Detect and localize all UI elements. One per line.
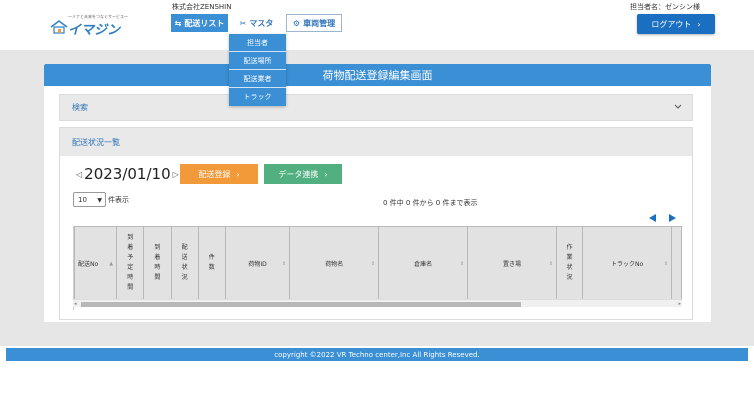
column-header[interactable] xyxy=(671,226,682,300)
menu-item-truck[interactable]: トラック xyxy=(229,88,286,106)
sort-icon: ⇕ xyxy=(459,261,465,267)
sort-icon: ⇕ xyxy=(371,261,376,267)
scroll-left-icon[interactable] xyxy=(649,214,656,222)
nav-vehicle-management[interactable]: ⚙ 車両管理 xyxy=(286,14,342,32)
column-header[interactable]: 件数 xyxy=(197,226,226,300)
nav-vehicle-label: 車両管理 xyxy=(303,18,336,28)
footer-copyright: copyright ©2022 VR Techno center,Inc All… xyxy=(6,348,748,361)
delivery-status-label: 配送状況一覧 xyxy=(72,137,120,147)
page-size-value: 10 xyxy=(78,195,87,204)
logo[interactable]: ～ミナと未来をつなぐサービス～ イマジン xyxy=(50,14,128,38)
user-name: 担当者名：ゼンシン様 xyxy=(630,3,700,11)
search-accordion[interactable]: 検索 xyxy=(59,94,693,121)
sort-icon: ▲ xyxy=(109,261,114,267)
menu-item-delivery-location[interactable]: 配送場所 xyxy=(229,52,286,70)
column-header[interactable]: 到着予定時間 xyxy=(116,226,145,300)
register-label: 配送登録 xyxy=(198,169,231,179)
chevron-right-icon: › xyxy=(324,169,328,179)
column-label: 置き場 xyxy=(502,260,521,268)
chevron-right-icon: › xyxy=(236,169,240,179)
column-header[interactable]: トラックNo ⇕ xyxy=(582,226,673,300)
column-header[interactable]: 配送状況 xyxy=(170,226,199,300)
nav-delivery-label: 配送リスト xyxy=(184,18,225,28)
delivery-status-header: 配送状況一覧 xyxy=(59,127,693,156)
column-header[interactable]: 配送No ▲ xyxy=(74,226,118,300)
scrollbar-thumb[interactable] xyxy=(81,302,521,307)
horizontal-scrollbar[interactable]: ◂ ▸ xyxy=(73,299,682,307)
prev-date-icon[interactable]: ◁ xyxy=(76,170,82,179)
column-label: 倉庫名 xyxy=(414,260,433,268)
delivery-table: 配送No ▲ 到着予定時間 到着時間 配送状況 件数 荷物ID ⇕ 荷物名 ⇕ … xyxy=(73,226,682,310)
menu-item-carrier[interactable]: 配送業者 xyxy=(229,70,286,88)
sort-icon: ⇕ xyxy=(282,261,287,267)
sort-icon: ⇕ xyxy=(548,261,553,267)
app-header: ～ミナと未来をつなぐサービス～ イマジン 株式会社ZENSHIN ⇆ 配送リスト… xyxy=(0,0,754,50)
column-label: 件数 xyxy=(208,254,215,271)
nav-master-label: マスタ xyxy=(249,18,274,28)
data-link-label: データ連携 xyxy=(278,169,319,179)
sort-icon: ⇕ xyxy=(663,261,669,267)
table-info: 0 件中 0 件から 0 件まで表示 xyxy=(383,199,478,207)
logout-label: ログアウト xyxy=(651,19,692,29)
tools-icon: ✂ xyxy=(239,18,247,28)
search-label: 検索 xyxy=(72,103,88,112)
current-date: 2023/01/10 xyxy=(84,165,171,183)
column-label: 配送No xyxy=(78,260,99,268)
column-header[interactable]: 置き場 ⇕ xyxy=(467,226,557,300)
logo-brand: イマジン xyxy=(68,23,121,38)
company-name: 株式会社ZENSHIN xyxy=(172,3,232,11)
column-header[interactable]: 荷物名 ⇕ xyxy=(289,226,380,300)
house-logo-icon xyxy=(50,20,68,34)
menu-item-staff[interactable]: 担当者 xyxy=(229,34,286,52)
nav-delivery-list[interactable]: ⇆ 配送リスト xyxy=(171,14,228,32)
column-label: 荷物ID xyxy=(248,260,267,268)
column-header[interactable]: 作業状況 xyxy=(555,226,584,300)
scroll-right-arrow-icon[interactable]: ▸ xyxy=(678,301,681,307)
column-header[interactable]: 倉庫名 ⇕ xyxy=(378,226,469,300)
register-delivery-button[interactable]: 配送登録 › xyxy=(180,164,258,184)
data-link-button[interactable]: データ連携 › xyxy=(264,164,342,184)
master-dropdown-menu: 担当者 配送場所 配送業者 トラック xyxy=(229,34,286,106)
gear-icon: ⚙ xyxy=(292,18,301,28)
column-label: トラックNo xyxy=(611,260,644,268)
truck-icon: ⇆ xyxy=(174,18,182,28)
date-navigator: ◁ 2023/01/10 ▷ xyxy=(76,163,179,185)
column-header[interactable]: 荷物ID ⇕ xyxy=(224,226,291,300)
page-size-suffix: 件表示 xyxy=(108,196,129,204)
scroll-left-arrow-icon[interactable]: ◂ xyxy=(74,301,77,307)
page-size-select[interactable]: 10 ▼ xyxy=(73,192,106,207)
caret-down-icon: ▼ xyxy=(97,197,102,204)
logout-button[interactable]: ログアウト › xyxy=(637,14,715,34)
column-label: 作業状況 xyxy=(566,244,573,281)
column-header[interactable]: 到着時間 xyxy=(143,226,172,300)
column-label: 配送状況 xyxy=(181,244,188,281)
column-label: 荷物名 xyxy=(325,260,344,268)
column-label: 到着時間 xyxy=(154,244,161,281)
scroll-right-icon[interactable] xyxy=(669,214,676,222)
nav-master[interactable]: ✂ マスタ xyxy=(228,14,285,32)
chevron-right-icon: › xyxy=(697,19,701,29)
page-title: 荷物配送登録編集画面 xyxy=(44,64,711,86)
column-label: 到着予定時間 xyxy=(127,234,134,291)
chevron-down-icon xyxy=(674,104,682,109)
next-date-icon[interactable]: ▷ xyxy=(173,170,179,179)
